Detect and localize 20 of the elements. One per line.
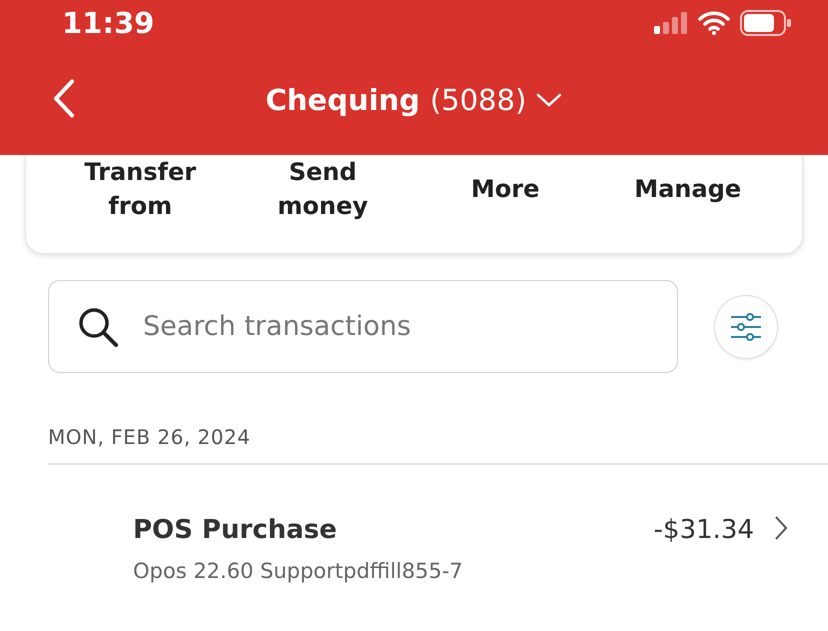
transaction-amount: -$31.34 [654, 515, 754, 545]
signal-icon [654, 12, 688, 34]
search-input[interactable]: Search transactions [141, 310, 649, 343]
wifi-icon [698, 10, 730, 34]
action-button[interactable]: Transfer from [78, 155, 203, 223]
action-button[interactable]: More [471, 155, 540, 223]
chevron-icon [774, 515, 788, 541]
chevron-down-icon [536, 92, 562, 108]
search-icon [77, 306, 119, 348]
search-field[interactable]: Search transactions [48, 280, 678, 373]
filter-button[interactable] [714, 294, 778, 358]
action-button[interactable]: Manage [634, 155, 742, 223]
sliders-icon [730, 312, 762, 340]
account-selector[interactable]: Chequing (5088) [266, 83, 562, 117]
battery-icon [740, 10, 792, 36]
transaction-description: Opos 22.60 Supportpdffill855-7 [133, 559, 464, 583]
date-header: MON, FEB 26, 2024 [48, 425, 252, 449]
action-button[interactable]: Send money [260, 155, 386, 223]
status-time: 11:39 [62, 6, 154, 40]
transaction-title[interactable]: POS Purchase [133, 515, 634, 545]
